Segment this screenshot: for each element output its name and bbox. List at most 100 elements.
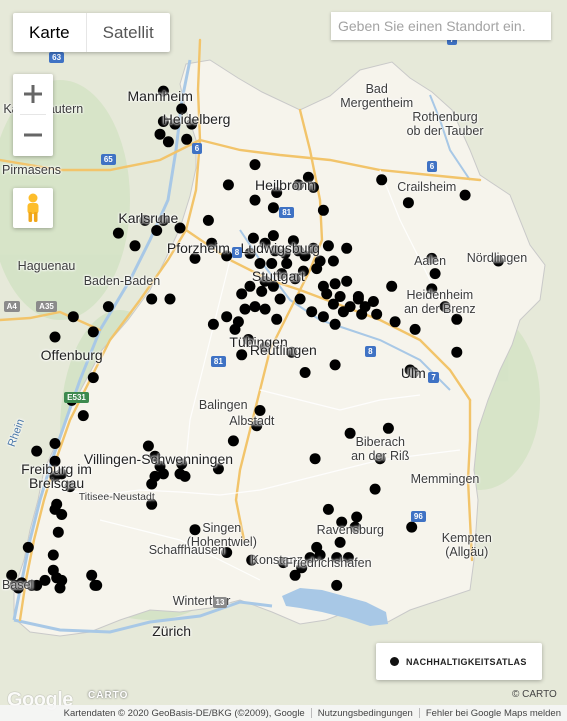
location-marker[interactable] bbox=[329, 278, 341, 290]
location-marker[interactable] bbox=[146, 293, 158, 305]
location-marker[interactable] bbox=[274, 293, 286, 305]
location-marker[interactable] bbox=[179, 470, 191, 482]
location-marker[interactable] bbox=[91, 579, 103, 591]
location-marker[interactable] bbox=[459, 189, 471, 201]
place-label-line: Mergentheim bbox=[340, 96, 414, 111]
location-marker[interactable] bbox=[382, 422, 394, 434]
zoom-in-button[interactable] bbox=[13, 74, 53, 114]
road-shield: 8 bbox=[365, 346, 376, 358]
location-marker[interactable] bbox=[334, 536, 346, 548]
location-marker[interactable] bbox=[311, 263, 323, 275]
location-marker[interactable] bbox=[337, 306, 349, 318]
location-marker[interactable] bbox=[256, 285, 268, 297]
location-marker[interactable] bbox=[151, 225, 163, 236]
location-marker[interactable] bbox=[164, 293, 176, 305]
location-marker[interactable] bbox=[87, 326, 99, 338]
location-marker[interactable] bbox=[129, 240, 141, 252]
road-shield: 7 bbox=[428, 371, 439, 383]
location-marker[interactable] bbox=[49, 331, 61, 343]
place-label: Titisee-Neustadt bbox=[78, 490, 155, 503]
location-marker[interactable] bbox=[327, 255, 339, 267]
zoom-out-button[interactable] bbox=[13, 115, 53, 155]
location-marker[interactable] bbox=[31, 445, 43, 457]
location-marker[interactable] bbox=[329, 318, 341, 330]
location-marker[interactable] bbox=[52, 526, 64, 538]
location-marker[interactable] bbox=[267, 202, 279, 214]
location-marker[interactable] bbox=[406, 521, 418, 533]
location-marker[interactable] bbox=[181, 133, 193, 145]
location-marker[interactable] bbox=[86, 569, 98, 581]
location-marker[interactable] bbox=[249, 301, 261, 313]
location-marker[interactable] bbox=[67, 311, 79, 323]
location-marker[interactable] bbox=[236, 288, 248, 300]
location-marker[interactable] bbox=[49, 503, 61, 515]
location-marker[interactable] bbox=[227, 435, 239, 447]
place-label: Balingen bbox=[198, 398, 248, 413]
map-type-satellite-button[interactable]: Satellit bbox=[87, 13, 170, 52]
location-marker[interactable] bbox=[47, 549, 59, 561]
location-marker[interactable] bbox=[154, 128, 166, 140]
location-marker[interactable] bbox=[429, 268, 441, 280]
location-marker[interactable] bbox=[249, 194, 261, 206]
location-marker[interactable] bbox=[341, 242, 353, 254]
location-marker[interactable] bbox=[207, 318, 219, 330]
location-marker[interactable] bbox=[87, 372, 99, 384]
location-search-input[interactable] bbox=[331, 12, 551, 40]
location-marker[interactable] bbox=[112, 227, 124, 239]
location-marker[interactable] bbox=[352, 291, 364, 302]
location-marker[interactable] bbox=[341, 275, 353, 287]
location-marker[interactable] bbox=[271, 313, 283, 325]
location-marker[interactable] bbox=[157, 468, 169, 480]
location-marker[interactable] bbox=[306, 306, 318, 318]
location-marker[interactable] bbox=[369, 483, 381, 495]
location-marker[interactable] bbox=[371, 308, 383, 320]
location-marker[interactable] bbox=[142, 440, 154, 452]
place-label: Heilbronn bbox=[255, 176, 315, 193]
location-marker[interactable] bbox=[77, 410, 89, 422]
plus-icon bbox=[24, 85, 42, 103]
terms-link[interactable]: Nutzungsbedingungen bbox=[312, 708, 419, 719]
location-marker[interactable] bbox=[222, 179, 234, 191]
location-marker[interactable] bbox=[102, 301, 114, 313]
location-marker[interactable] bbox=[49, 438, 61, 449]
location-marker[interactable] bbox=[331, 579, 343, 591]
location-marker[interactable] bbox=[327, 298, 339, 310]
location-marker[interactable] bbox=[239, 303, 251, 315]
location-marker[interactable] bbox=[289, 569, 301, 581]
location-marker[interactable] bbox=[236, 349, 248, 361]
location-marker[interactable] bbox=[322, 240, 334, 252]
location-marker[interactable] bbox=[367, 296, 379, 307]
location-marker[interactable] bbox=[409, 323, 421, 335]
location-marker[interactable] bbox=[451, 346, 463, 358]
location-marker[interactable] bbox=[294, 293, 306, 305]
location-marker[interactable] bbox=[351, 511, 363, 523]
location-marker[interactable] bbox=[321, 288, 333, 300]
location-marker[interactable] bbox=[22, 541, 34, 553]
place-label: Memmingen bbox=[410, 471, 480, 486]
location-marker[interactable] bbox=[322, 503, 334, 515]
map-canvas[interactable]: MannheimHeidelbergKaiserslauternPirmasen… bbox=[0, 0, 567, 721]
location-marker[interactable] bbox=[54, 582, 66, 594]
location-marker[interactable] bbox=[386, 280, 398, 292]
map-type-control: Karte Satellit bbox=[13, 13, 170, 52]
location-marker[interactable] bbox=[376, 174, 388, 186]
location-marker[interactable] bbox=[249, 159, 261, 171]
map-type-map-button[interactable]: Karte bbox=[13, 13, 86, 52]
location-marker[interactable] bbox=[162, 136, 174, 148]
location-marker[interactable] bbox=[202, 214, 214, 226]
location-marker[interactable] bbox=[389, 316, 401, 328]
location-marker[interactable] bbox=[317, 311, 329, 323]
location-marker[interactable] bbox=[221, 311, 233, 323]
report-error-link[interactable]: Fehler bei Google Maps melden bbox=[420, 708, 567, 719]
location-marker[interactable] bbox=[146, 478, 158, 490]
location-marker[interactable] bbox=[259, 303, 271, 315]
location-marker[interactable] bbox=[356, 308, 368, 320]
location-marker[interactable] bbox=[317, 204, 329, 216]
location-marker[interactable] bbox=[39, 574, 51, 586]
location-marker[interactable] bbox=[329, 359, 341, 371]
place-label-line: an der Brenz bbox=[404, 301, 476, 316]
street-view-pegman-button[interactable] bbox=[13, 188, 53, 228]
location-marker[interactable] bbox=[402, 197, 414, 209]
location-marker[interactable] bbox=[299, 367, 311, 378]
location-marker[interactable] bbox=[309, 453, 321, 465]
